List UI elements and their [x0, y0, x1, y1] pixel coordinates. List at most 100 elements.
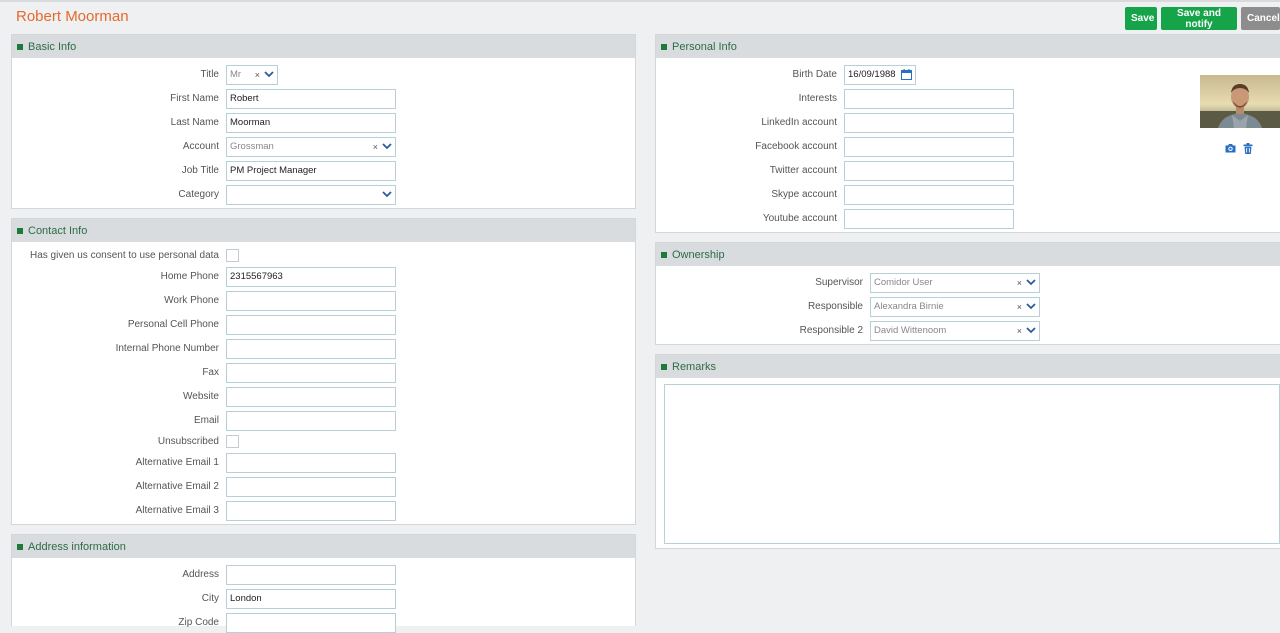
twitter-field[interactable] [844, 161, 1014, 181]
address-info-title: Address information [28, 540, 126, 553]
work-phone-label: Work Phone [164, 295, 219, 306]
section-marker-icon [17, 543, 23, 550]
fax-label: Fax [202, 367, 219, 378]
category-select[interactable] [226, 185, 396, 205]
chevron-down-icon[interactable] [1026, 303, 1036, 310]
camera-icon[interactable] [1225, 143, 1236, 153]
clear-icon[interactable]: × [1017, 274, 1022, 292]
responsible-label: Responsible [807, 301, 863, 312]
chevron-down-icon[interactable] [1026, 327, 1036, 334]
cell-phone-field[interactable] [226, 315, 396, 335]
profile-photo-image [1200, 75, 1280, 128]
trash-icon[interactable] [1243, 143, 1253, 154]
remarks-header[interactable]: Remarks [656, 355, 1280, 378]
basic-info-title: Basic Info [28, 40, 77, 53]
personal-info-panel: Personal Info Birth Date 16/09/1988 Inte… [655, 34, 1280, 233]
last-name-label: Last Name [170, 117, 219, 128]
chevron-down-icon[interactable] [382, 191, 392, 198]
cancel-button[interactable]: Cancel [1241, 7, 1280, 30]
alt-email-2-field[interactable] [226, 477, 396, 497]
website-label: Website [183, 391, 219, 402]
personal-info-header[interactable]: Personal Info [656, 35, 1280, 58]
supervisor-select[interactable]: Comidor User × [870, 273, 1040, 293]
account-value: Grossman [230, 141, 274, 152]
cell-phone-label: Personal Cell Phone [127, 319, 219, 330]
linkedin-field[interactable] [844, 113, 1014, 133]
linkedin-label: LinkedIn account [761, 117, 837, 128]
skype-field[interactable] [844, 185, 1014, 205]
clear-icon[interactable]: × [373, 138, 378, 156]
work-phone-field[interactable] [226, 291, 396, 311]
address-field[interactable] [226, 565, 396, 585]
responsible-2-select[interactable]: David Wittenoom × [870, 321, 1040, 341]
remarks-title: Remarks [672, 360, 717, 373]
facebook-field[interactable] [844, 137, 1014, 157]
facebook-label: Facebook account [755, 141, 837, 152]
zip-code-label: Zip Code [178, 617, 219, 628]
section-marker-icon [17, 43, 23, 50]
section-marker-icon [661, 251, 667, 258]
city-label: City [201, 593, 219, 604]
address-label: Address [182, 569, 219, 580]
calendar-icon[interactable] [901, 69, 912, 80]
interests-field[interactable] [844, 89, 1014, 109]
alt-email-3-field[interactable] [226, 501, 396, 521]
section-marker-icon [661, 363, 667, 370]
internal-phone-field[interactable] [226, 339, 396, 359]
page-title: Robert Moorman [16, 8, 129, 25]
alt-email-1-label: Alternative Email 1 [135, 457, 219, 468]
title-value: Mr [230, 69, 242, 80]
unsubscribed-checkbox[interactable] [226, 435, 239, 448]
supervisor-value: Comidor User [874, 277, 933, 288]
birth-date-field[interactable]: 16/09/1988 [844, 65, 916, 85]
action-bar: Save Save and notify Cancel [1125, 7, 1280, 30]
ownership-title: Ownership [672, 248, 725, 261]
website-field[interactable] [226, 387, 396, 407]
responsible-value: Alexandra Birnie [874, 301, 944, 312]
address-info-panel: Address information Address City London … [11, 534, 636, 633]
alt-email-2-label: Alternative Email 2 [135, 481, 219, 492]
address-info-header[interactable]: Address information [12, 535, 635, 558]
remarks-textarea[interactable] [664, 384, 1280, 544]
youtube-field[interactable] [844, 209, 1014, 229]
clear-icon[interactable]: × [1017, 322, 1022, 340]
save-button[interactable]: Save [1125, 7, 1157, 30]
zip-code-field[interactable] [226, 613, 396, 633]
responsible-select[interactable]: Alexandra Birnie × [870, 297, 1040, 317]
ownership-header[interactable]: Ownership [656, 243, 1280, 266]
chevron-down-icon[interactable] [382, 143, 392, 150]
account-select[interactable]: Grossman × [226, 137, 396, 157]
clear-icon[interactable]: × [255, 66, 260, 84]
basic-info-panel: Basic Info Title Mr × First Name Robert … [11, 34, 636, 209]
contact-info-header[interactable]: Contact Info [12, 219, 635, 242]
home-phone-field[interactable]: 2315567963 [226, 267, 396, 287]
title-label: Title [200, 69, 219, 80]
unsubscribed-label: Unsubscribed [157, 436, 219, 447]
birth-date-value: 16/09/1988 [848, 69, 896, 80]
job-title-label: Job Title [181, 165, 219, 176]
email-field[interactable] [226, 411, 396, 431]
alt-email-1-field[interactable] [226, 453, 396, 473]
home-phone-label: Home Phone [160, 271, 219, 282]
consent-checkbox[interactable] [226, 249, 239, 262]
job-title-field[interactable]: PM Project Manager [226, 161, 396, 181]
chevron-down-icon[interactable] [264, 71, 274, 78]
save-and-notify-button[interactable]: Save and notify [1161, 7, 1237, 30]
city-field[interactable]: London [226, 589, 396, 609]
chevron-down-icon[interactable] [1026, 279, 1036, 286]
first-name-label: First Name [170, 93, 219, 104]
fax-field[interactable] [226, 363, 396, 383]
title-select[interactable]: Mr × [226, 65, 278, 85]
birth-date-label: Birth Date [792, 69, 837, 80]
consent-label: Has given us consent to use personal dat… [29, 250, 219, 261]
contact-photo[interactable] [1200, 75, 1280, 128]
clear-icon[interactable]: × [1017, 298, 1022, 316]
email-label: Email [193, 415, 219, 426]
basic-info-header[interactable]: Basic Info [12, 35, 635, 58]
last-name-field[interactable]: Moorman [226, 113, 396, 133]
skype-label: Skype account [771, 189, 837, 200]
section-marker-icon [17, 227, 23, 234]
first-name-field[interactable]: Robert [226, 89, 396, 109]
personal-info-title: Personal Info [672, 40, 737, 53]
top-divider [0, 0, 1280, 2]
